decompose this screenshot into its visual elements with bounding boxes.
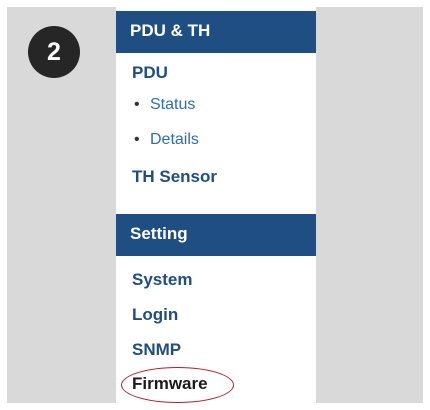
bullet-icon: •: [134, 131, 140, 148]
bullet-icon: •: [134, 96, 140, 113]
nav-item-pdu[interactable]: PDU: [132, 63, 168, 83]
nav-item-login[interactable]: Login: [132, 305, 178, 325]
nav-subitem-status[interactable]: • Status: [134, 95, 195, 115]
section-header-setting: Setting: [116, 214, 316, 256]
nav-item-system[interactable]: System: [132, 270, 192, 290]
step-number-badge: 2: [28, 26, 80, 78]
nav-subitem-details-label: Details: [150, 131, 199, 148]
nav-item-th-sensor[interactable]: TH Sensor: [132, 167, 217, 187]
nav-item-firmware[interactable]: Firmware: [132, 374, 208, 394]
nav-subitem-status-label: Status: [150, 96, 196, 113]
nav-subitem-details[interactable]: • Details: [134, 130, 199, 150]
nav-item-snmp[interactable]: SNMP: [132, 340, 181, 360]
section-header-pdu-th: PDU & TH: [116, 11, 316, 53]
sidebar-nav: PDU & TH PDU • Status • Details TH Sensor …: [116, 7, 316, 410]
